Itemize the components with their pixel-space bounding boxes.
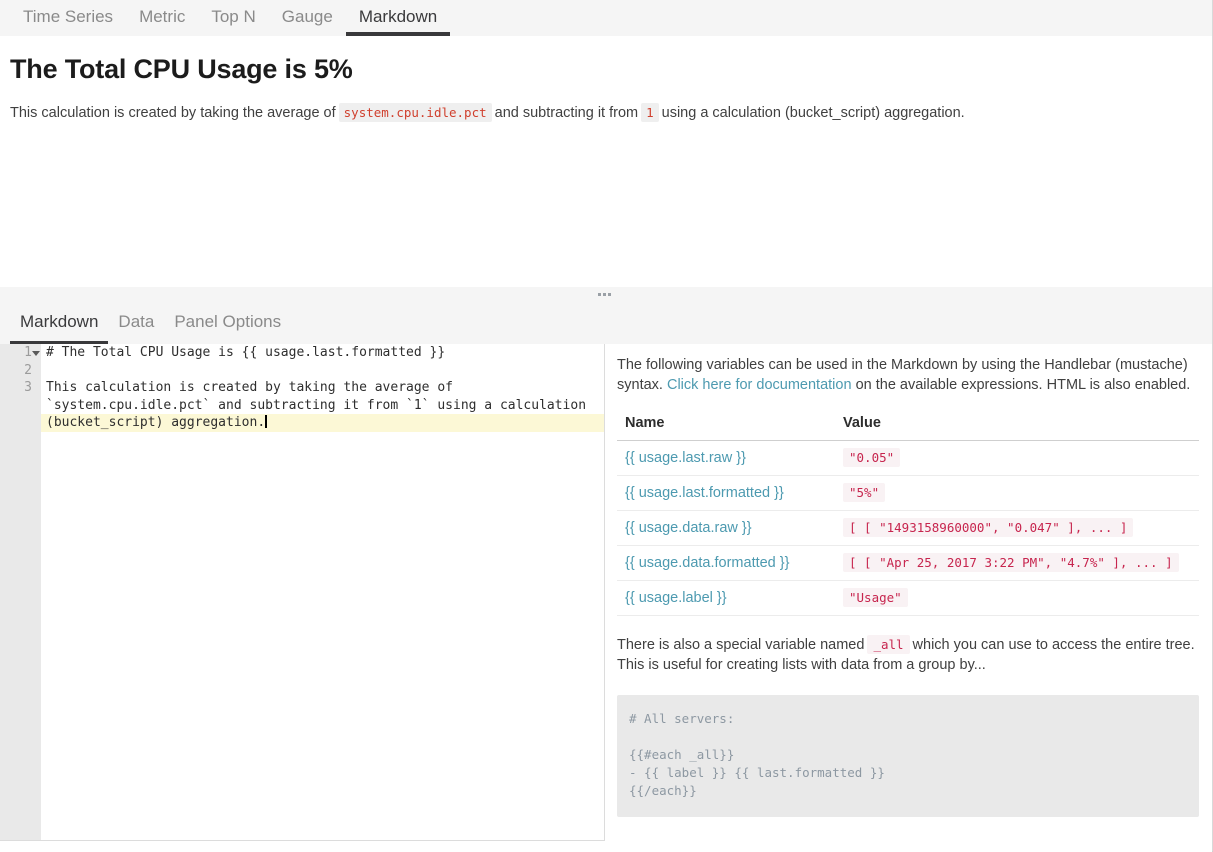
variable-value-cell: "Usage" <box>835 581 1199 616</box>
table-row: {{ usage.last.formatted }} "5%" <box>617 476 1199 511</box>
variable-value: "5%" <box>843 483 885 502</box>
markdown-workspace: 1 # The Total CPU Usage is {{ usage.last… <box>0 344 1212 852</box>
variable-value: [ [ "Apr 25, 2017 3:22 PM", "4.7%" ], ..… <box>843 553 1179 572</box>
column-header-value: Value <box>835 409 1199 441</box>
gutter-line-number[interactable]: 2 <box>0 362 41 380</box>
editor-line-text: # The Total CPU Usage is {{ usage.last.f… <box>41 344 604 362</box>
preview-description-text: using a calculation (bucket_script) aggr… <box>662 105 965 121</box>
editor-empty-area[interactable] <box>0 432 604 841</box>
tab-gauge[interactable]: Gauge <box>269 0 346 36</box>
variable-name[interactable]: {{ usage.last.formatted }} <box>617 476 835 511</box>
editor-line[interactable]: 2 <box>0 362 604 380</box>
variable-value-cell: "5%" <box>835 476 1199 511</box>
line-number-text: 1 <box>24 345 32 360</box>
variables-intro: The following variables can be used in t… <box>617 355 1199 395</box>
editor-panel-tabs: Markdown Data Panel Options <box>0 301 1212 344</box>
editor-line-text: This calculation is created by taking th… <box>41 379 604 397</box>
editor-active-line-text: (bucket_script) aggregation. <box>46 415 265 430</box>
inline-code-metric-field: system.cpu.idle.pct <box>339 103 492 122</box>
gutter-line-number[interactable] <box>0 414 41 432</box>
table-row: {{ usage.last.raw }} "0.05" <box>617 441 1199 476</box>
preview-description-text: and subtracting it from <box>495 105 638 121</box>
tab-metric[interactable]: Metric <box>126 0 198 36</box>
inline-code-one: 1 <box>641 103 659 122</box>
variable-name[interactable]: {{ usage.data.raw }} <box>617 511 835 546</box>
intro-text: on the available expressions. HTML is al… <box>852 377 1191 393</box>
editor-line-text: `system.cpu.idle.pct` and subtracting it… <box>41 397 604 415</box>
resize-handle-dots-icon <box>598 293 613 296</box>
variable-value: "Usage" <box>843 588 908 607</box>
variable-name[interactable]: {{ usage.data.formatted }} <box>617 546 835 581</box>
panel-tab-markdown[interactable]: Markdown <box>10 301 108 344</box>
example-code-line: {{#each _all}} <box>629 746 1187 764</box>
visualization-type-tabs: Time Series Metric Top N Gauge Markdown <box>0 0 1212 36</box>
editor-filler <box>41 432 604 841</box>
tab-markdown[interactable]: Markdown <box>346 0 450 36</box>
text-cursor <box>265 415 267 428</box>
variable-name[interactable]: {{ usage.last.raw }} <box>617 441 835 476</box>
markdown-preview-panel: The Total CPU Usage is 5% This calculati… <box>0 36 1212 287</box>
tab-top-n[interactable]: Top N <box>198 0 268 36</box>
preview-description: This calculation is created by taking th… <box>10 103 1200 123</box>
special-variable-note: There is also a special variable named_a… <box>617 635 1199 675</box>
documentation-link[interactable]: Click here for documentation <box>667 377 852 393</box>
editor-line-text: (bucket_script) aggregation. <box>41 414 604 432</box>
markdown-help-panel: The following variables can be used in t… <box>605 344 1212 852</box>
variable-value-cell: [ [ "1493158960000", "0.047" ], ... ] <box>835 511 1199 546</box>
table-row: {{ usage.data.formatted }} [ [ "Apr 25, … <box>617 546 1199 581</box>
tsvb-editor-window: Time Series Metric Top N Gauge Markdown … <box>0 0 1213 852</box>
variable-value-cell: "0.05" <box>835 441 1199 476</box>
editor-line-text <box>41 362 604 380</box>
editor-line[interactable]: 1 # The Total CPU Usage is {{ usage.last… <box>0 344 604 362</box>
example-code-line: {{/each}} <box>629 782 1187 800</box>
editor-line[interactable]: `system.cpu.idle.pct` and subtracting it… <box>0 397 604 415</box>
preview-description-text: This calculation is created by taking th… <box>10 105 336 121</box>
example-code-line <box>629 728 1187 746</box>
gutter-line-number[interactable]: 1 <box>0 344 41 362</box>
markdown-code-editor[interactable]: 1 # The Total CPU Usage is {{ usage.last… <box>0 344 605 841</box>
special-note-text: There is also a special variable named <box>617 637 864 653</box>
variables-table: Name Value {{ usage.last.raw }} "0.05" {… <box>617 409 1199 616</box>
fold-arrow-icon[interactable] <box>32 351 40 356</box>
gutter-line-number[interactable]: 3 <box>0 379 41 397</box>
variable-value: [ [ "1493158960000", "0.047" ], ... ] <box>843 518 1133 537</box>
gutter-line-number[interactable] <box>0 397 41 415</box>
panel-resize-handle[interactable] <box>0 287 1212 301</box>
tab-time-series[interactable]: Time Series <box>10 0 126 36</box>
editor-line[interactable]: 3 This calculation is created by taking … <box>0 379 604 397</box>
table-row: {{ usage.label }} "Usage" <box>617 581 1199 616</box>
variable-name[interactable]: {{ usage.label }} <box>617 581 835 616</box>
example-code-block: # All servers: {{#each _all}}- {{ label }… <box>617 695 1199 817</box>
inline-code-all-variable: _all <box>867 635 909 654</box>
variable-value-cell: [ [ "Apr 25, 2017 3:22 PM", "4.7%" ], ..… <box>835 546 1199 581</box>
variables-table-header-row: Name Value <box>617 409 1199 441</box>
table-row: {{ usage.data.raw }} [ [ "1493158960000"… <box>617 511 1199 546</box>
panel-tab-data[interactable]: Data <box>108 301 164 344</box>
gutter-filler <box>0 432 41 841</box>
preview-title: The Total CPU Usage is 5% <box>10 54 1200 85</box>
variable-value: "0.05" <box>843 448 900 467</box>
example-code-line: # All servers: <box>629 710 1187 728</box>
column-header-name: Name <box>617 409 835 441</box>
panel-tab-panel-options[interactable]: Panel Options <box>164 301 291 344</box>
example-code-line: - {{ label }} {{ last.formatted }} <box>629 764 1187 782</box>
editor-line-active[interactable]: (bucket_script) aggregation. <box>0 414 604 432</box>
